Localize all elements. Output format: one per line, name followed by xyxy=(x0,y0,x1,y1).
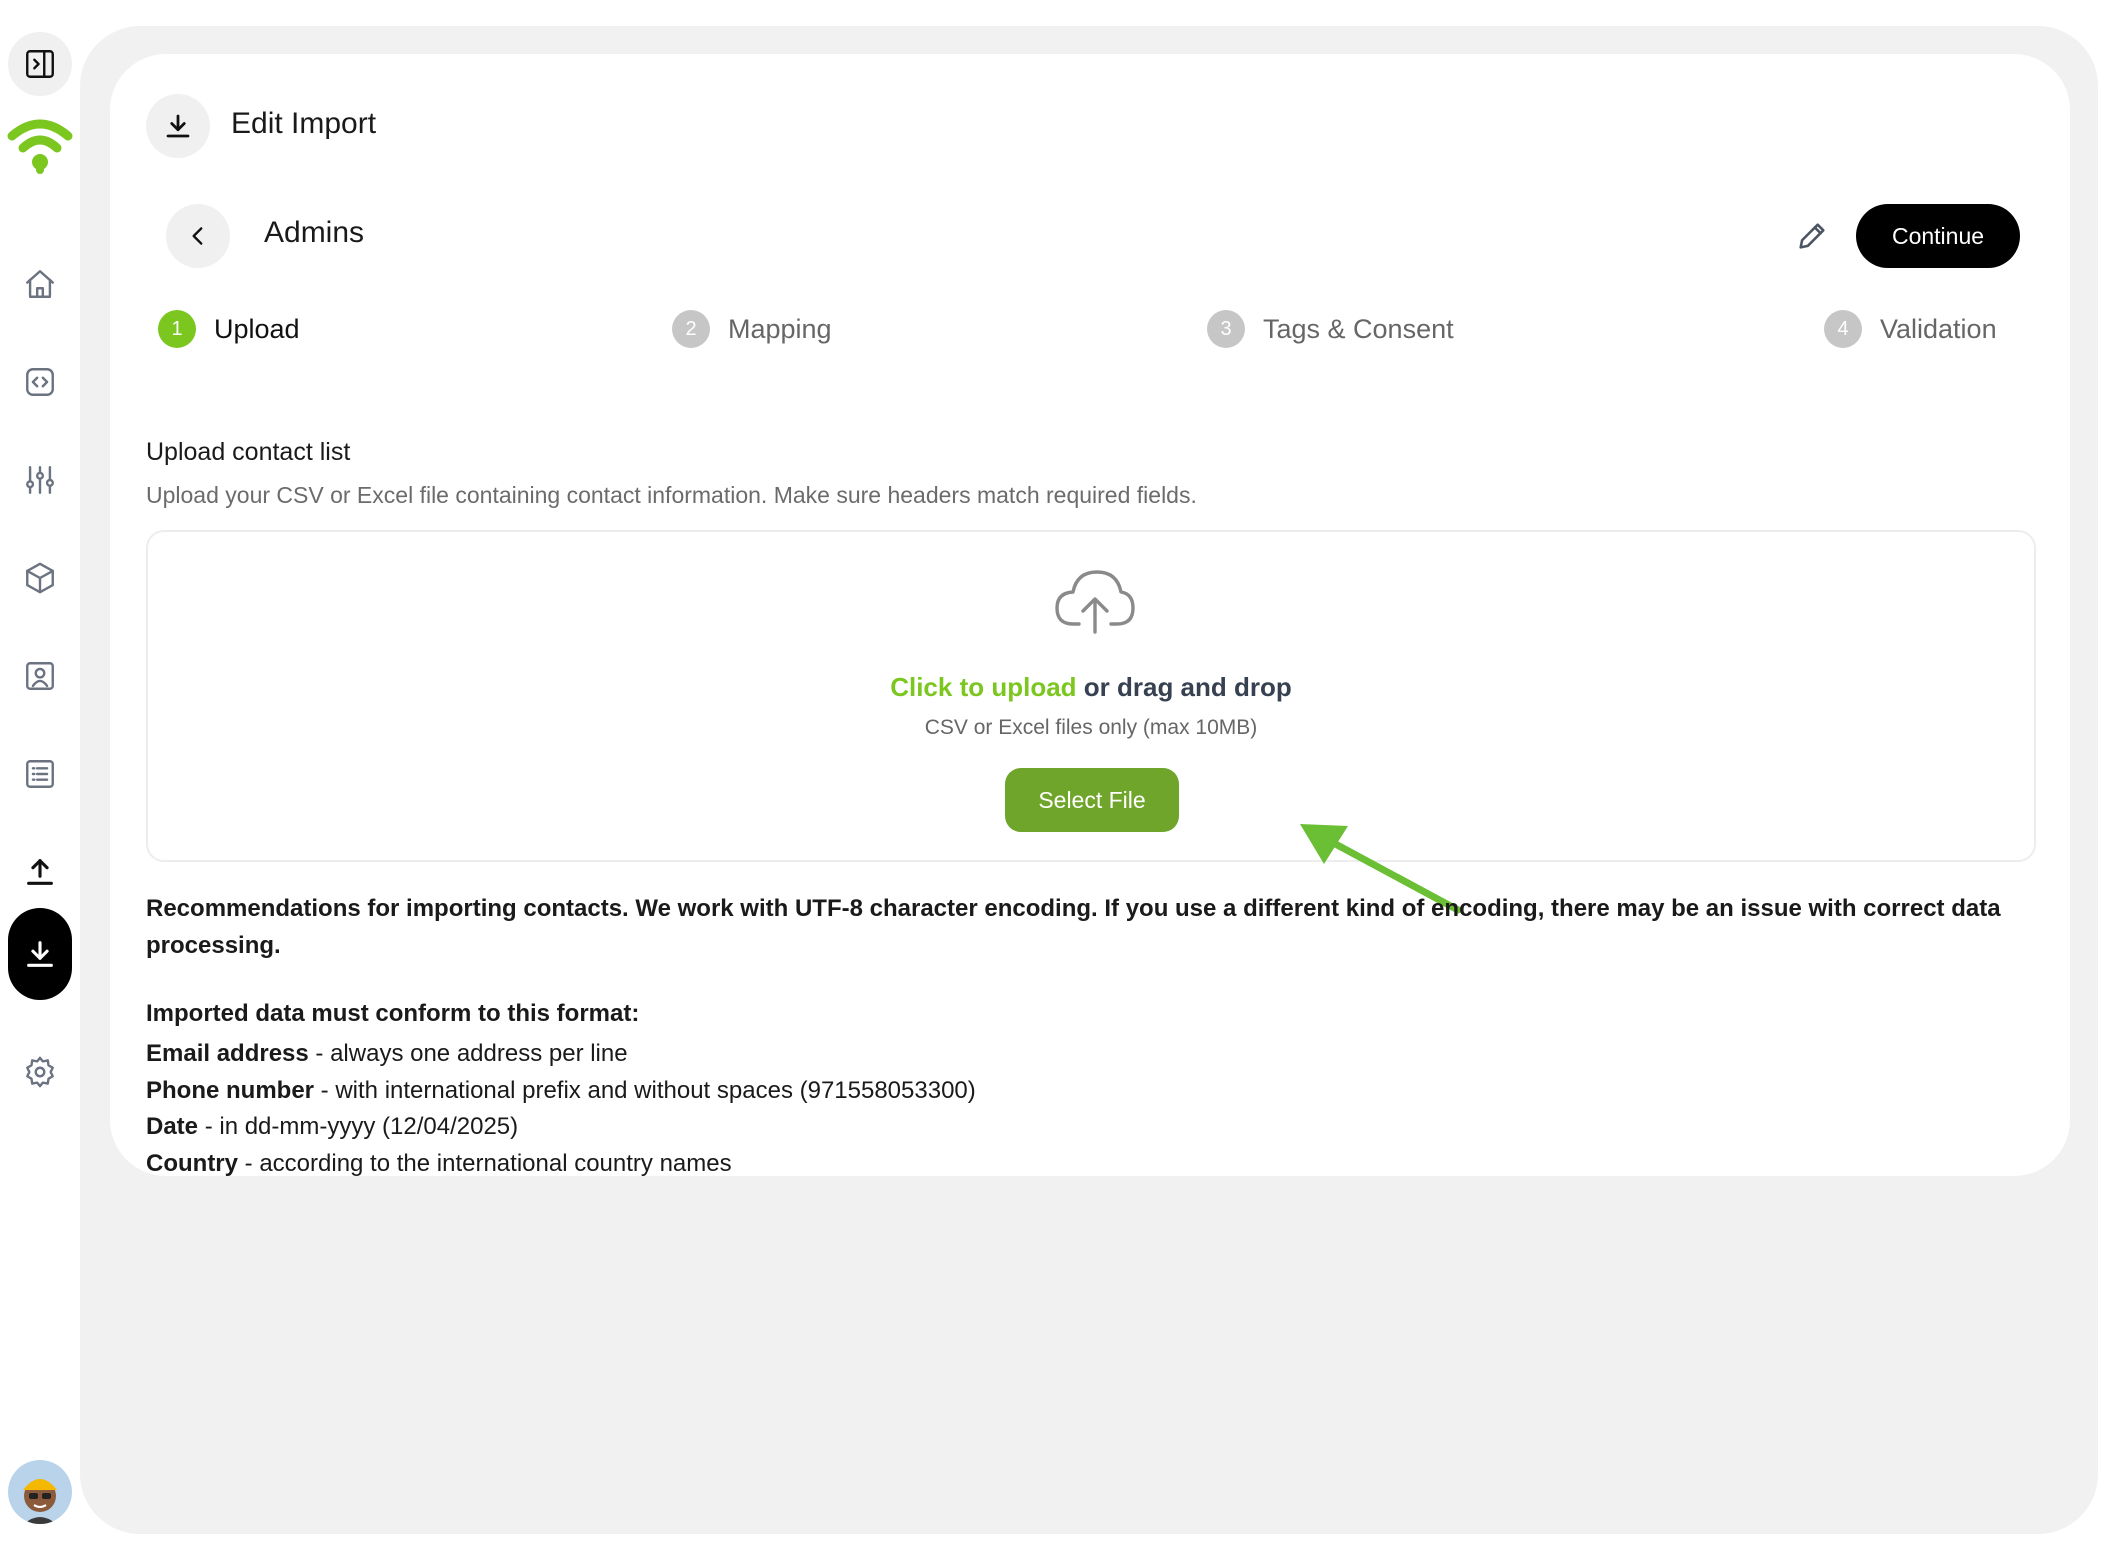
sidebar-item-contacts[interactable] xyxy=(8,644,72,708)
pencil-icon xyxy=(1799,223,1825,249)
format-key: Phone number xyxy=(146,1076,315,1104)
list-name: Admins xyxy=(264,216,365,249)
format-value: - in dd-mm-yyyy (12/04/2025) xyxy=(198,1113,519,1140)
step-validation[interactable]: 4 Validation xyxy=(1824,310,1997,348)
file-dropzone[interactable]: Click to upload or drag and drop CSV or … xyxy=(146,530,2036,862)
format-key: Date xyxy=(146,1113,199,1140)
sliders-icon xyxy=(26,466,54,494)
upload-section-title: Upload contact list xyxy=(146,438,351,466)
contact-icon xyxy=(26,662,54,690)
chevron-left-icon xyxy=(192,227,203,245)
download-icon xyxy=(166,114,190,138)
sidebar-item-settings[interactable] xyxy=(8,1040,72,1104)
select-file-button[interactable]: Select File xyxy=(1005,768,1179,832)
list-item: Email address - always one address per l… xyxy=(146,1036,976,1073)
box-icon xyxy=(26,562,54,594)
continue-button[interactable]: Continue xyxy=(1856,204,2020,268)
format-value: - always one address per line xyxy=(308,1040,628,1067)
list-icon xyxy=(26,760,54,788)
click-to-upload-link[interactable]: Click to upload xyxy=(890,672,1076,702)
back-button[interactable] xyxy=(166,204,230,268)
step-number: 4 xyxy=(1824,310,1862,348)
download-icon xyxy=(27,941,53,967)
format-value: - with international prefix and without … xyxy=(314,1076,976,1104)
code-icon xyxy=(26,368,54,396)
sidebar-toggle-button[interactable] xyxy=(8,32,72,96)
page-title: Edit Import xyxy=(231,107,377,140)
step-tags-consent[interactable]: 3 Tags & Consent xyxy=(1207,310,1454,348)
sidebar-toggle-icon xyxy=(26,50,54,78)
sidebar-item-import[interactable] xyxy=(8,908,72,1000)
step-label: Tags & Consent xyxy=(1263,313,1454,344)
step-number: 3 xyxy=(1207,310,1245,348)
sidebar-item-settings-sliders[interactable] xyxy=(8,448,72,512)
home-icon xyxy=(26,270,54,298)
format-list: Email address - always one address per l… xyxy=(146,1036,976,1182)
upload-icon xyxy=(27,859,53,885)
list-item: Phone number - with international prefix… xyxy=(146,1073,976,1110)
sidebar xyxy=(0,0,80,1556)
edit-button[interactable] xyxy=(1786,210,1838,262)
brand-logo[interactable] xyxy=(6,114,74,176)
recommendations-text: Recommendations for importing contacts. … xyxy=(146,895,2001,959)
format-key: Email address xyxy=(146,1040,309,1067)
drag-drop-text: or drag and drop xyxy=(1076,672,1292,702)
sidebar-item-export[interactable] xyxy=(8,840,72,904)
step-mapping[interactable]: 2 Mapping xyxy=(672,310,832,348)
step-upload[interactable]: 1 Upload xyxy=(158,310,300,348)
sidebar-item-home[interactable] xyxy=(8,252,72,316)
import-header-icon-badge xyxy=(146,94,210,158)
user-avatar-icon xyxy=(23,1479,57,1524)
step-label: Mapping xyxy=(728,313,832,344)
upload-section-description: Upload your CSV or Excel file containing… xyxy=(146,482,1197,508)
cloud-upload-icon xyxy=(1053,566,1137,636)
wifi-logo-icon xyxy=(7,119,73,174)
import-card: Edit Import Admins Continue 1 Upload 2 M… xyxy=(110,54,2070,1177)
step-label: Validation xyxy=(1880,313,1997,344)
file-type-note: CSV or Excel files only (max 10MB) xyxy=(924,716,1258,739)
list-item: Country - according to the international… xyxy=(146,1146,976,1183)
step-label: Upload xyxy=(214,313,300,344)
step-number: 2 xyxy=(672,310,710,348)
main-frame: Edit Import Admins Continue 1 Upload 2 M… xyxy=(80,26,2098,1534)
step-number: 1 xyxy=(158,310,196,348)
sidebar-item-products[interactable] xyxy=(8,546,72,610)
gear-icon xyxy=(26,1056,54,1088)
upload-instruction: Click to upload or drag and drop xyxy=(148,672,2034,703)
avatar[interactable] xyxy=(8,1460,72,1524)
list-item: Date - in dd-mm-yyyy (12/04/2025) xyxy=(146,1109,976,1146)
format-key: Country xyxy=(146,1149,238,1177)
format-title: Imported data must conform to this forma… xyxy=(146,1000,640,1027)
sidebar-item-code[interactable] xyxy=(8,350,72,414)
format-value: - according to the international country… xyxy=(238,1149,732,1177)
sidebar-item-lists[interactable] xyxy=(8,742,72,806)
